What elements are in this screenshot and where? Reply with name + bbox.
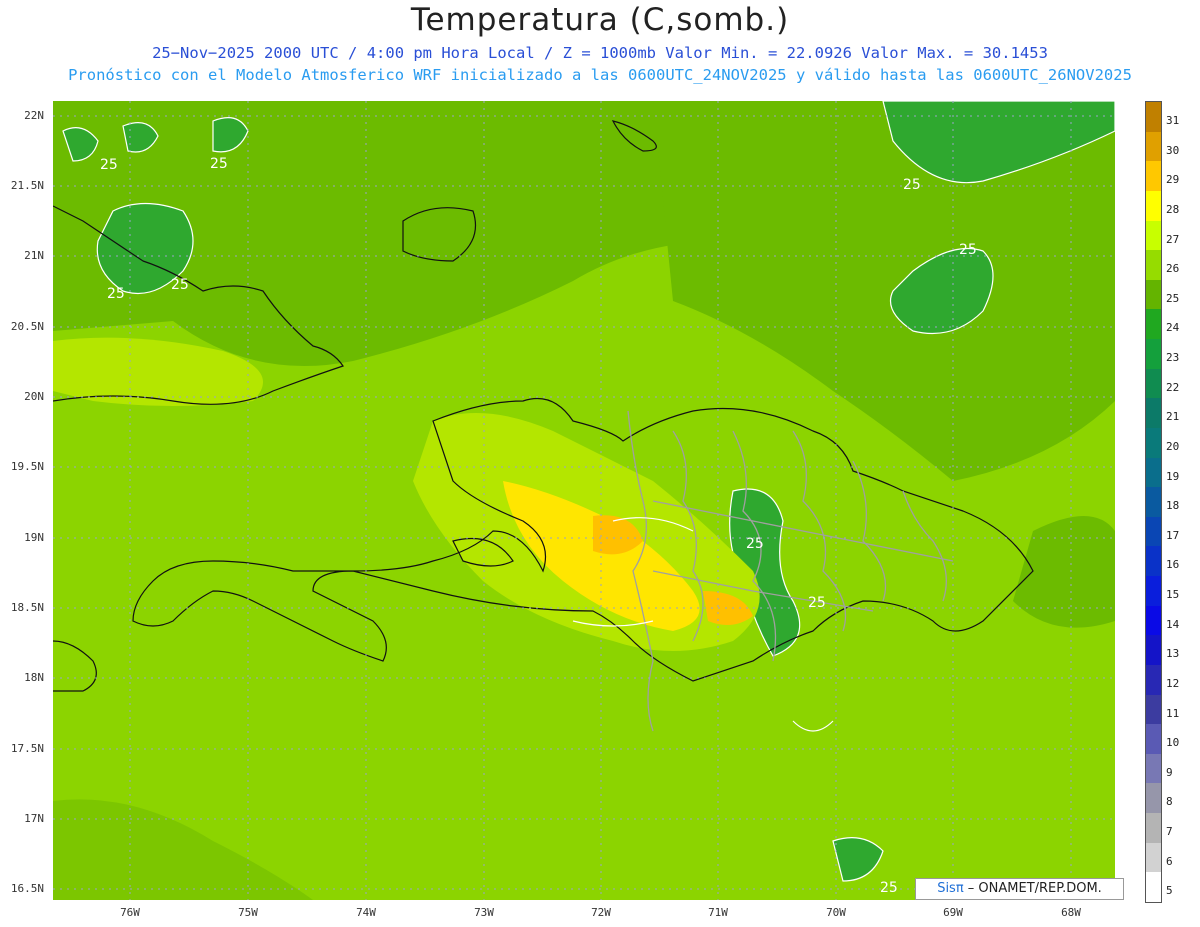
colorbar-label: 29 xyxy=(1166,173,1180,187)
colorbar-label: 18 xyxy=(1166,499,1180,513)
colorbar-label: 20 xyxy=(1166,439,1180,453)
colorbar-swatch xyxy=(1146,576,1161,606)
contour-label: 25 xyxy=(171,277,189,293)
colorbar-label: 5 xyxy=(1166,884,1173,898)
contour-label: 25 xyxy=(107,286,125,302)
lat-label: 18.5N xyxy=(10,601,44,614)
colorbar-label: 21 xyxy=(1166,410,1180,424)
colorbar-swatch xyxy=(1146,339,1161,369)
colorbar-swatch xyxy=(1146,368,1161,399)
colorbar-swatch xyxy=(1146,872,1161,902)
colorbar-swatch xyxy=(1146,250,1161,280)
colorbar-swatch xyxy=(1146,813,1161,843)
colorbar-label: 10 xyxy=(1166,736,1180,750)
colorbar-swatch xyxy=(1146,427,1161,458)
lon-label: 71W xyxy=(708,906,728,919)
colorbar-swatch xyxy=(1146,131,1161,162)
colorbar-label: 12 xyxy=(1166,676,1180,690)
colorbar-label: 17 xyxy=(1166,528,1180,542)
contour-label: 25 xyxy=(959,242,977,258)
subtitle-model-info: Pronóstico con el Modelo Atmosferico WRF… xyxy=(68,66,1132,84)
colorbar-swatch xyxy=(1146,161,1161,191)
colorbar-swatch xyxy=(1146,753,1161,784)
lat-label: 18N xyxy=(24,671,44,684)
colorbar-swatch xyxy=(1146,605,1161,636)
colorbar-swatch xyxy=(1146,457,1161,488)
lat-label: 21N xyxy=(24,249,44,262)
lon-label: 68W xyxy=(1061,906,1081,919)
colorbar-swatch xyxy=(1146,220,1161,251)
lat-label: 20.5N xyxy=(10,320,44,333)
credit-box: Sisπ – ONAMET/REP.DOM. xyxy=(915,878,1124,900)
lat-label: 19.5N xyxy=(10,460,44,473)
colorbar-swatch xyxy=(1146,102,1161,132)
colorbar-swatch xyxy=(1146,783,1161,813)
lon-label: 73W xyxy=(474,906,494,919)
colorbar-label: 7 xyxy=(1166,825,1173,839)
colorbar-label: 28 xyxy=(1166,202,1180,216)
lat-label: 16.5N xyxy=(10,882,44,895)
contour-label: 25 xyxy=(210,156,228,172)
colorbar-label: 13 xyxy=(1166,647,1180,661)
lat-label: 22N xyxy=(24,109,44,122)
colorbar-label: 15 xyxy=(1166,588,1180,602)
colorbar-swatch xyxy=(1146,724,1161,754)
lon-label: 76W xyxy=(120,906,140,919)
lon-label: 74W xyxy=(356,906,376,919)
colorbar-label: 27 xyxy=(1166,232,1180,246)
colorbar-swatch xyxy=(1146,694,1161,725)
contour-label: 25 xyxy=(903,177,921,193)
colorbar-swatch xyxy=(1146,842,1161,873)
colorbar-label: 30 xyxy=(1166,143,1180,157)
colorbar-label: 11 xyxy=(1166,706,1180,720)
colorbar-label: 6 xyxy=(1166,854,1173,868)
colorbar-swatch xyxy=(1146,546,1161,576)
colorbar-label: 8 xyxy=(1166,795,1173,809)
colorbar-label: 24 xyxy=(1166,321,1180,335)
lon-label: 70W xyxy=(826,906,846,919)
colorbar-label: 22 xyxy=(1166,380,1180,394)
lat-label: 19N xyxy=(24,531,44,544)
colorbar-swatch xyxy=(1146,516,1161,547)
colorbar-label: 9 xyxy=(1166,765,1173,779)
colorbar-swatch xyxy=(1146,309,1161,339)
lon-label: 75W xyxy=(238,906,258,919)
map-canvas: 25 25 25 25 25 25 25 25 25 xyxy=(53,101,1115,900)
colorbar-label: 14 xyxy=(1166,617,1180,631)
colorbar-swatch xyxy=(1146,664,1161,695)
colorbar-label: 19 xyxy=(1166,469,1180,483)
lat-label: 17.5N xyxy=(10,742,44,755)
colorbar-swatch xyxy=(1146,487,1161,517)
temperature-map: 25 25 25 25 25 25 25 25 25 xyxy=(53,101,1115,900)
colorbar xyxy=(1145,101,1162,903)
contour-label: 25 xyxy=(100,157,118,173)
lon-label: 69W xyxy=(943,906,963,919)
lat-label: 20N xyxy=(24,390,44,403)
colorbar-swatch xyxy=(1146,190,1161,221)
lat-label: 17N xyxy=(24,812,44,825)
subtitle-valid-time: 25−Nov−2025 2000 UTC / 4:00 pm Hora Loca… xyxy=(152,44,1048,62)
lat-label: 21.5N xyxy=(10,179,44,192)
credit-brand: Sisπ xyxy=(937,881,964,896)
colorbar-label: 16 xyxy=(1166,558,1180,572)
contour-label: 25 xyxy=(808,595,826,611)
colorbar-label: 26 xyxy=(1166,262,1180,276)
colorbar-label: 31 xyxy=(1166,114,1180,127)
map-title: Temperatura (C,somb.) xyxy=(410,2,790,38)
contour-label: 25 xyxy=(880,880,898,896)
colorbar-swatch xyxy=(1146,398,1161,428)
colorbar-swatch xyxy=(1146,635,1161,665)
colorbar-label: 25 xyxy=(1166,291,1180,305)
colorbar-label: 23 xyxy=(1166,351,1180,365)
colorbar-swatch xyxy=(1146,279,1161,310)
credit-text: – ONAMET/REP.DOM. xyxy=(963,881,1102,896)
lon-label: 72W xyxy=(591,906,611,919)
